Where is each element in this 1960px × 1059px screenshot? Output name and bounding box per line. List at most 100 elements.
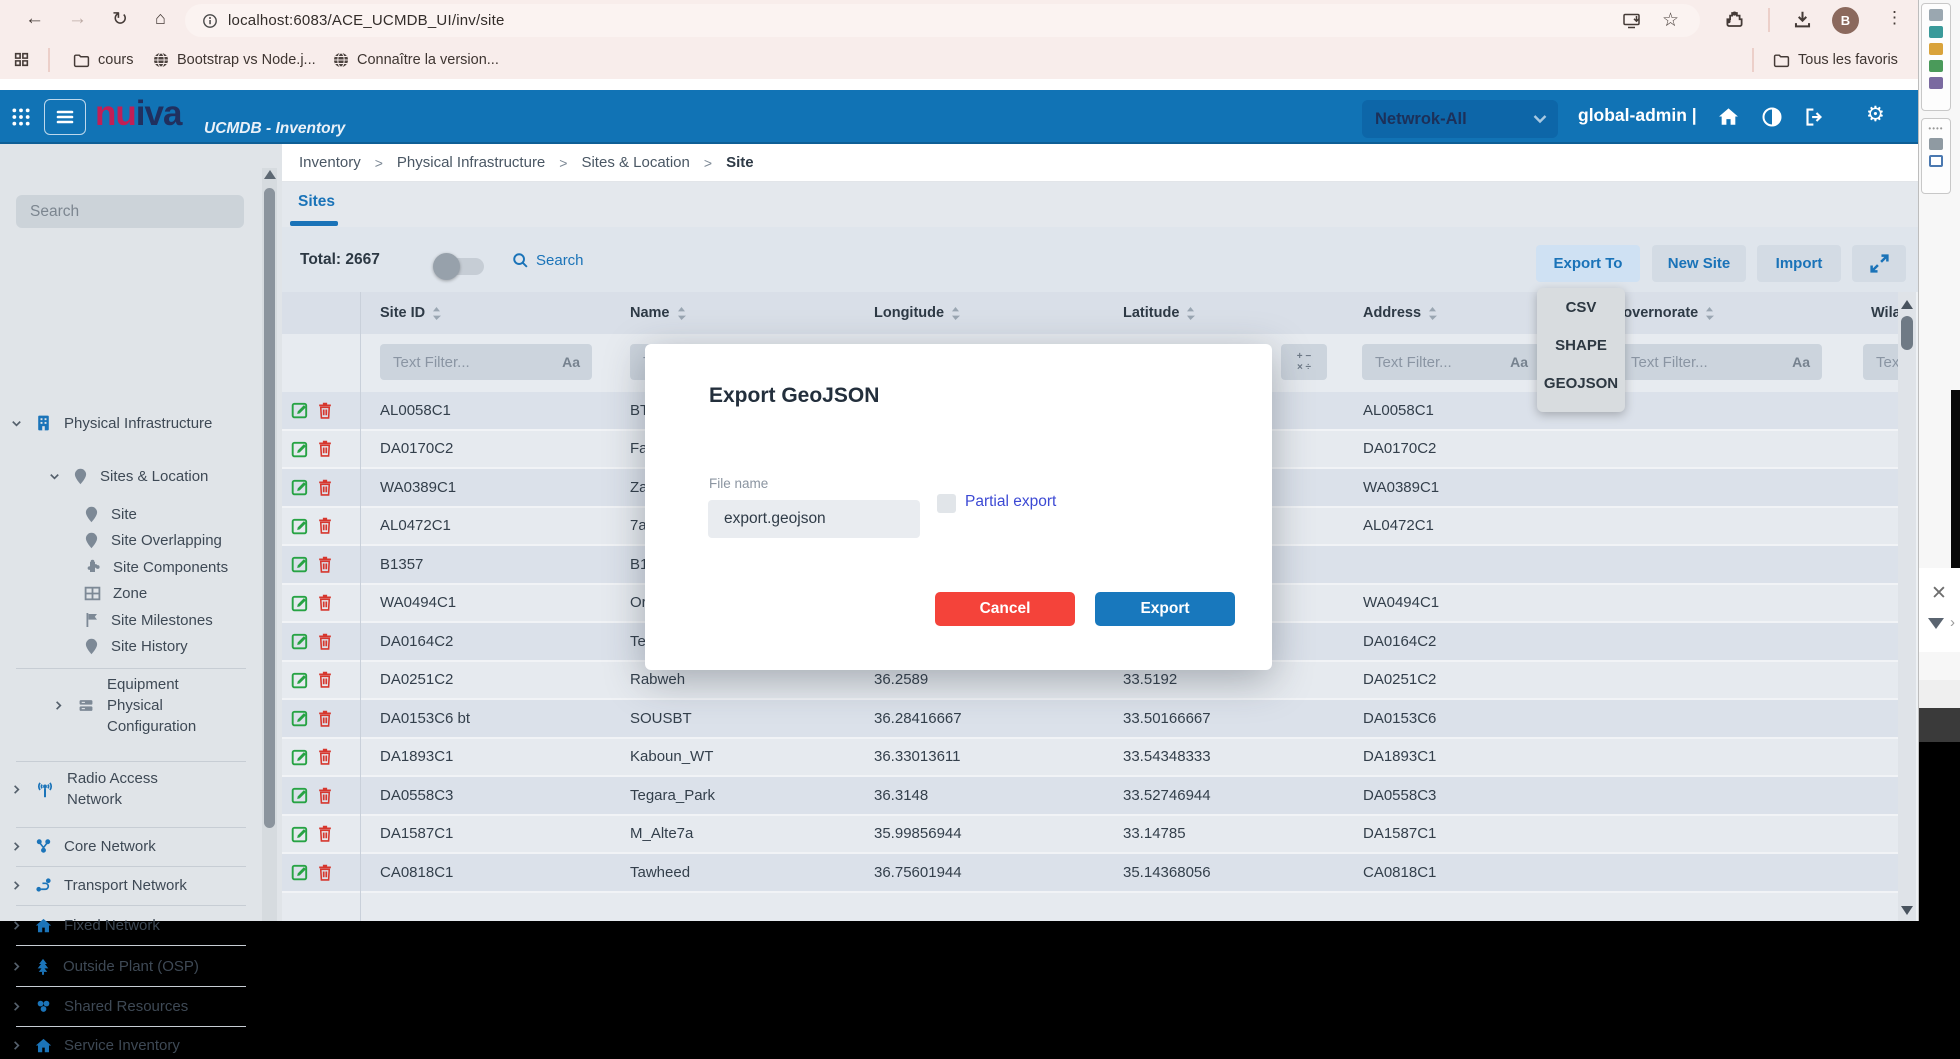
chevron-right-icon[interactable] [10, 879, 23, 892]
tree-hierarchy-icon[interactable] [1929, 60, 1943, 72]
edit-icon[interactable] [291, 786, 309, 804]
filter-input-governorate[interactable]: Text Filter...Aa [1618, 344, 1822, 380]
folder-icon[interactable] [1929, 43, 1943, 55]
hamburger-menu-button[interactable] [44, 99, 86, 135]
partial-export-label[interactable]: Partial export [965, 493, 1056, 511]
sign-out-icon[interactable] [1804, 107, 1824, 127]
trash-icon[interactable] [318, 517, 332, 534]
scrollbar-down-arrow[interactable] [1901, 906, 1913, 915]
sort-icon[interactable] [1705, 306, 1714, 321]
trash-icon[interactable] [318, 633, 332, 650]
chevron-right-icon[interactable] [10, 960, 23, 973]
gear-flower-icon[interactable] [1929, 26, 1943, 38]
table-row[interactable]: DA1893C1Kaboun_WT36.3301361133.54348333D… [282, 739, 1898, 776]
info-icon[interactable] [202, 13, 218, 29]
edit-icon[interactable] [291, 555, 309, 573]
scrollbar-up-arrow[interactable] [1901, 300, 1913, 309]
column-header-name[interactable]: Name [620, 292, 860, 334]
toggle-knob[interactable] [433, 253, 460, 280]
trash-icon[interactable] [318, 556, 332, 573]
sort-icon[interactable] [677, 306, 686, 321]
extensions-icon[interactable] [1725, 10, 1744, 29]
trash-icon[interactable] [318, 402, 332, 419]
table-search-button[interactable]: Search [512, 252, 584, 269]
export-to-button[interactable]: Export To [1536, 245, 1640, 282]
sidebar-search-input[interactable]: Search [16, 195, 244, 228]
new-site-button[interactable]: New Site [1652, 245, 1746, 282]
waffle-grid-icon[interactable] [11, 107, 31, 127]
edit-icon[interactable] [291, 401, 309, 419]
edit-icon[interactable] [291, 440, 309, 458]
edit-icon[interactable] [291, 517, 309, 535]
trash-icon[interactable] [318, 748, 332, 765]
table-row[interactable]: DA0153C6 btSOUSBT36.2841666733.50166667D… [282, 700, 1898, 737]
chevron-down-icon[interactable] [48, 470, 61, 483]
home-icon[interactable] [1718, 107, 1739, 126]
partial-export-checkbox[interactable] [937, 494, 956, 513]
sidebar-item-core-network[interactable]: Core Network [0, 832, 156, 860]
sidebar-item-radio-access-network[interactable]: Radio Access Network [0, 764, 207, 814]
sidebar-item-physical-infrastructure[interactable]: Physical Infrastructure [0, 394, 234, 452]
column-header-wilaya[interactable]: Wilaya [1845, 292, 1898, 334]
breadcrumb-item[interactable]: Inventory [299, 154, 361, 171]
sidebar-item-sites-location[interactable]: Sites & Location [0, 456, 208, 496]
settings-gear-icon[interactable]: ⚙ [1866, 102, 1885, 127]
sidebar-item-shared-resources[interactable]: Shared Resources [0, 992, 188, 1020]
chevron-right-icon[interactable] [10, 840, 23, 853]
trash-icon[interactable] [318, 787, 332, 804]
tab-sites[interactable]: Sites [298, 193, 335, 211]
table-row[interactable]: CA0818C1Tawheed36.7560194435.14368056CA0… [282, 854, 1898, 891]
back-icon[interactable]: ← [25, 8, 44, 30]
edit-icon[interactable] [291, 709, 309, 727]
export-menu-item-shape[interactable]: SHAPE [1537, 326, 1625, 364]
trash-icon[interactable] [318, 440, 332, 457]
column-header-site_id[interactable]: Site ID [360, 292, 620, 334]
breadcrumb-item[interactable]: Physical Infrastructure [397, 154, 545, 171]
sidebar-item-site-components[interactable]: Site Components [0, 553, 228, 581]
chevron-right-icon[interactable] [10, 919, 23, 932]
export-menu-item-geojson[interactable]: GEOJSON [1537, 364, 1625, 402]
table-row[interactable]: DA0558C3Tegara_Park36.314833.52746944DA0… [282, 777, 1898, 814]
reload-icon[interactable]: ↻ [112, 8, 128, 31]
printer-icon[interactable] [1929, 138, 1943, 150]
sidebar-item-fixed-network[interactable]: Fixed Network [0, 911, 160, 939]
edit-icon[interactable] [291, 671, 309, 689]
sidebar-item-outside-plant-osp-[interactable]: Outside Plant (OSP) [0, 952, 199, 980]
trash-icon[interactable] [318, 671, 332, 688]
dropdown-triangle-icon[interactable] [1928, 618, 1944, 629]
chevron-right-icon[interactable] [10, 783, 23, 796]
people-icon[interactable] [1929, 77, 1943, 89]
install-icon[interactable] [1623, 13, 1642, 29]
export-menu-item-csv[interactable]: CSV [1537, 288, 1625, 326]
download-icon[interactable] [1793, 10, 1812, 29]
case-sensitive-toggle[interactable]: Aa [1510, 354, 1528, 370]
filter-input-wilaya[interactable]: Text Filter...Aa [1863, 344, 1898, 380]
trash-icon[interactable] [318, 479, 332, 496]
kebab-menu-icon[interactable]: ⋮ [1886, 8, 1903, 28]
avatar[interactable]: B [1832, 7, 1859, 34]
sidebar-item-equipment-physical-configuration[interactable]: Equipment Physical Configuration [0, 670, 233, 740]
breadcrumb-item[interactable]: Sites & Location [581, 154, 689, 171]
export-button[interactable]: Export [1095, 592, 1235, 626]
chevron-right-icon[interactable] [52, 699, 65, 712]
sort-icon[interactable] [432, 306, 441, 321]
sidebar-item-site[interactable]: Site [0, 500, 137, 528]
framed-window-icon[interactable] [1929, 155, 1943, 167]
close-icon[interactable]: ✕ [1931, 582, 1947, 605]
network-selector[interactable]: Netwrok-All [1362, 100, 1558, 138]
apps-grid-icon[interactable] [13, 51, 30, 68]
chevron-right-icon[interactable] [10, 1000, 23, 1013]
sidebar-item-site-overlapping[interactable]: Site Overlapping [0, 526, 222, 554]
chevron-right-icon[interactable]: › [1950, 614, 1955, 631]
trash-icon[interactable] [318, 710, 332, 727]
trash-icon[interactable] [318, 864, 332, 881]
edit-icon[interactable] [291, 594, 309, 612]
sidebar-scrollbar-thumb[interactable] [264, 188, 275, 828]
sidebar-item-transport-network[interactable]: Transport Network [0, 871, 187, 899]
trash-icon[interactable] [318, 825, 332, 842]
sidebar-item-zone[interactable]: Zone [0, 579, 147, 607]
sidebar-item-service-inventory[interactable]: Service Inventory [0, 1031, 180, 1059]
forward-icon[interactable]: → [68, 8, 87, 30]
fullscreen-button[interactable] [1852, 245, 1906, 282]
address-bar[interactable]: localhost:6083/ACE_UCMDB_UI/inv/site ☆ [185, 4, 1700, 37]
